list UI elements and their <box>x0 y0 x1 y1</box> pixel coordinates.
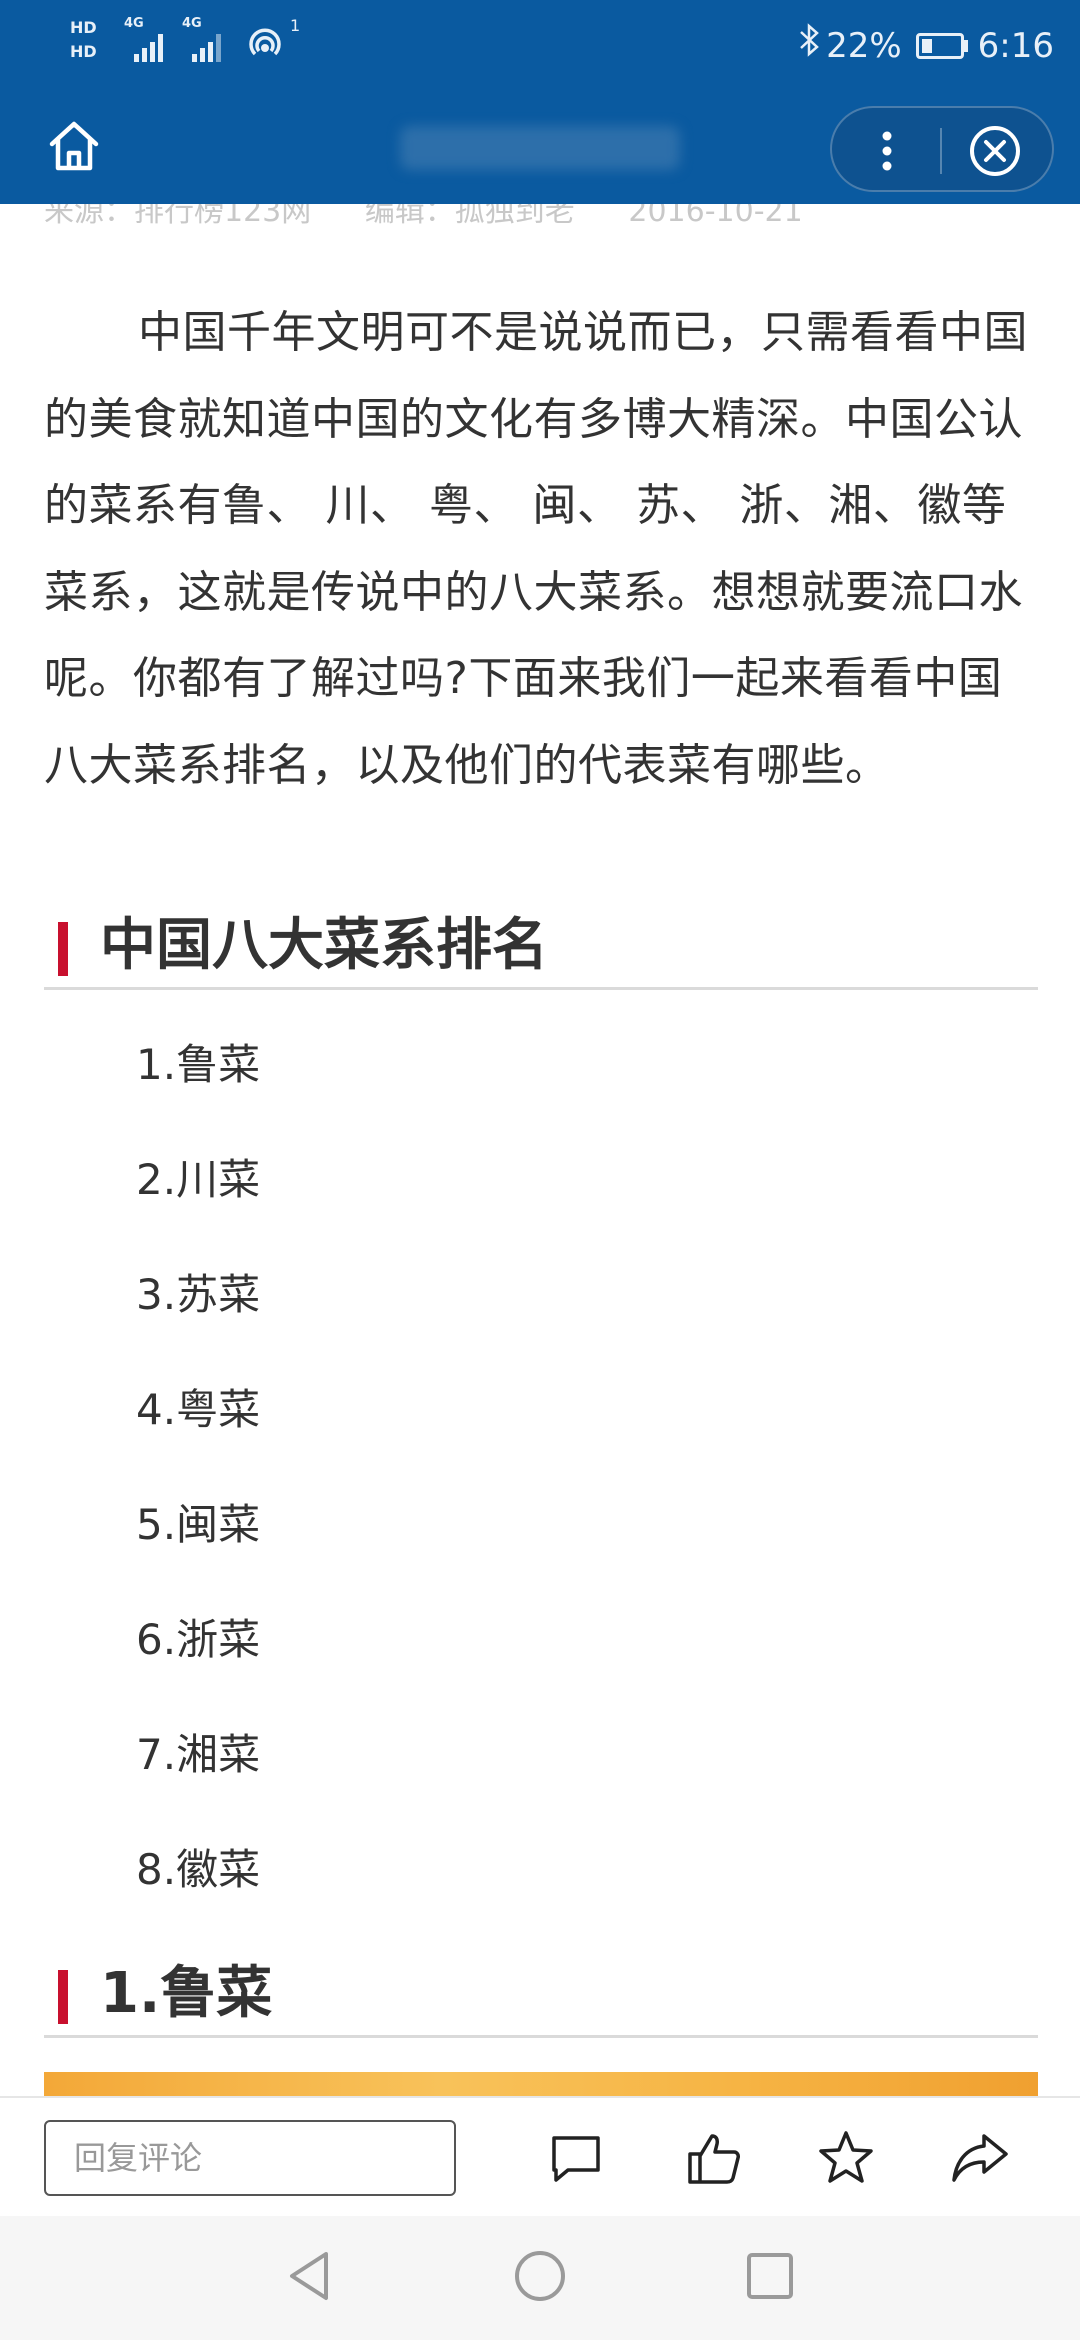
close-icon[interactable] <box>960 116 1030 186</box>
signal-icon-2: 4G <box>182 16 224 62</box>
heading-accent-bar <box>58 1970 68 2024</box>
list-item: 8.徽菜 <box>136 1845 261 1894</box>
clock: 6:16 <box>977 26 1054 66</box>
hd2-label: HD <box>70 42 97 61</box>
app-header: HD HD 4G 4G 1 22% 6:16 <box>0 0 1080 204</box>
list-item: 3.苏菜 <box>136 1270 261 1319</box>
share-icon[interactable] <box>950 2128 1010 2188</box>
article-intro: 中国千年文明可不是说说而已，只需看看中国的美食就知道中国的文化有多博大精深。中国… <box>44 307 1028 791</box>
section-heading: 中国八大菜系排名 <box>44 902 1038 990</box>
net1-label: 4G <box>124 16 144 31</box>
back-icon[interactable] <box>280 2246 340 2306</box>
list-item: 2.川菜 <box>136 1155 261 1204</box>
section-heading-text: 1.鲁菜 <box>100 1961 273 2026</box>
heading-accent-bar <box>58 922 68 976</box>
mini-program-capsule <box>830 106 1054 192</box>
list-item: 5.闽菜 <box>136 1500 261 1549</box>
section-heading: 1.鲁菜 <box>44 1950 1038 2038</box>
net2-label: 4G <box>182 16 202 31</box>
nav-row <box>0 96 1080 204</box>
more-icon[interactable] <box>852 116 922 186</box>
list-item: 7.湘菜 <box>136 1730 261 1779</box>
recents-icon[interactable] <box>740 2246 800 2306</box>
battery-percent: 22% <box>826 26 902 66</box>
section-heading-text: 中国八大菜系排名 <box>100 913 548 978</box>
hd-indicator: HD HD <box>70 16 97 64</box>
battery-icon <box>915 33 968 59</box>
star-icon[interactable] <box>816 2128 876 2188</box>
capsule-divider <box>940 128 942 174</box>
hotspot-icon <box>245 24 285 68</box>
cuisine-rank-list: 1.鲁菜 2.川菜 3.苏菜 4.粤菜 5.闽菜 6.浙菜 7.湘菜 8.徽菜 <box>136 1040 260 1960</box>
comment-icon[interactable] <box>546 2128 606 2188</box>
home-icon[interactable] <box>44 116 104 176</box>
list-item: 4.粤菜 <box>136 1385 261 1434</box>
like-icon[interactable] <box>684 2128 744 2188</box>
system-navigation-bar <box>0 2216 1080 2340</box>
home-circle-icon[interactable] <box>510 2246 570 2306</box>
hd1-label: HD <box>70 18 97 37</box>
comment-input[interactable]: 回复评论 <box>44 2120 456 2196</box>
status-right: 22% 6:16 <box>798 18 1054 74</box>
list-item: 1.鲁菜 <box>136 1040 261 1089</box>
comment-bar: 回复评论 <box>0 2096 1080 2216</box>
list-item: 6.浙菜 <box>136 1615 261 1664</box>
page-title-obscured <box>400 126 680 170</box>
signal-icon-1: 4G <box>124 16 166 62</box>
bluetooth-icon <box>798 18 820 74</box>
status-bar: HD HD 4G 4G 1 22% 6:16 <box>0 0 1080 96</box>
hotspot-count: 1 <box>290 16 301 35</box>
